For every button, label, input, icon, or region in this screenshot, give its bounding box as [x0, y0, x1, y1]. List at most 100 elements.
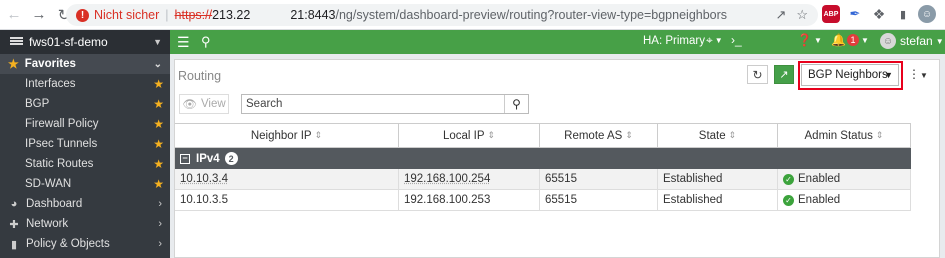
chevron-right-icon: ›: [158, 238, 162, 250]
help-button[interactable]: ❓ ▼: [797, 33, 822, 47]
bookmark-star-icon[interactable]: ☆: [796, 7, 808, 23]
user-menu[interactable]: ☺ stefan ▼: [880, 33, 944, 49]
avatar: ☺: [880, 33, 896, 49]
star-icon[interactable]: ★: [153, 157, 164, 171]
sidebar-item-label: SD-WAN: [25, 178, 72, 190]
admin-status-cell: ✓ Enabled: [778, 190, 911, 210]
neighbor-ip-cell: 10.10.3.5: [175, 190, 399, 210]
admin-status-value: Enabled: [798, 173, 841, 185]
notifications-button[interactable]: 🔔 1 ▼: [831, 33, 869, 47]
username: stefan: [900, 34, 933, 48]
collapse-icon[interactable]: −: [180, 153, 190, 164]
local-ip-cell: 192.168.100.253: [399, 190, 540, 210]
sidebar-item-label: Static Routes: [25, 158, 94, 170]
policy-icon: ▮: [10, 238, 18, 251]
caret-down-icon: ▼: [920, 71, 928, 80]
table-row[interactable]: 10.10.3.5 192.168.100.253 65515 Establis…: [175, 190, 911, 211]
profile-avatar-icon[interactable]: ☺: [918, 5, 936, 23]
state-cell: Established: [658, 190, 778, 210]
column-header-local-ip[interactable]: Local IP ⇕: [399, 124, 540, 147]
pen-extension-icon[interactable]: ✒: [846, 5, 864, 23]
search-box: ⚲: [241, 94, 529, 114]
caret-down-icon: ▼: [860, 35, 869, 45]
address-bar[interactable]: ! Nicht sicher | https:// 213.22 21:8443…: [66, 4, 818, 26]
table-row[interactable]: 10.10.3.4 192.168.100.254 65515 Establis…: [175, 169, 911, 190]
group-label: IPv4: [196, 152, 220, 165]
refresh-button[interactable]: ↻: [747, 65, 768, 84]
star-icon[interactable]: ★: [153, 97, 164, 111]
address-separator: |: [165, 8, 169, 22]
sidebar-item-firewall-policy[interactable]: Firewall Policy ★: [0, 114, 170, 134]
url-host: 213.22: [212, 8, 251, 22]
security-fabric-button[interactable]: ⌖ ▼: [706, 33, 723, 48]
table-header: Neighbor IP ⇕ Local IP ⇕ Remote AS ⇕ State ⇕…: [175, 123, 911, 148]
search-icon[interactable]: ⚲: [201, 34, 211, 50]
forward-button[interactable]: →: [28, 4, 50, 26]
sidebar-item-label: BGP: [25, 98, 50, 110]
sidebar-item-network[interactable]: ✚ Network ›: [0, 214, 170, 234]
view-button[interactable]: 👁 View: [179, 94, 229, 114]
sidebar-item-label: Network: [26, 218, 69, 230]
favorites-header[interactable]: ★ Favorites ⌄: [0, 54, 170, 74]
column-header-state[interactable]: State ⇕: [658, 124, 778, 147]
page-title: Routing: [178, 69, 222, 83]
caret-down-icon: ▼: [813, 35, 822, 45]
puzzle-extensions-icon[interactable]: ❖: [870, 5, 888, 23]
sidebar-item-policy-objects[interactable]: ▮ Policy & Objects ›: [0, 234, 170, 254]
view-button-label: View: [200, 98, 226, 110]
device-name: fws01-sf-demo: [29, 35, 108, 49]
hamburger-menu-icon[interactable]: ☰: [177, 34, 190, 51]
fabric-icon: ⌖: [706, 33, 713, 47]
search-input[interactable]: [242, 95, 504, 113]
column-label: Local IP: [442, 129, 485, 142]
sidebar-item-label: Policy & Objects: [26, 238, 110, 250]
open-external-button[interactable]: ↗: [774, 65, 794, 84]
local-ip-cell: 192.168.100.254: [399, 169, 540, 189]
sidebar-item-static-routes[interactable]: Static Routes ★: [0, 154, 170, 174]
bgp-neighbors-table: Neighbor IP ⇕ Local IP ⇕ Remote AS ⇕ State ⇕…: [175, 123, 911, 211]
device-selector[interactable]: fws01-sf-demo ▼: [0, 30, 170, 54]
star-icon[interactable]: ★: [153, 77, 164, 91]
sidebar-item-label: Interfaces: [25, 78, 76, 90]
column-label: Admin Status: [804, 129, 873, 142]
group-row-ipv4[interactable]: − IPv4 2: [175, 148, 911, 169]
search-button[interactable]: ⚲: [504, 95, 528, 113]
more-options-button[interactable]: ⋮▼: [908, 67, 928, 81]
admin-status-value: Enabled: [798, 194, 841, 206]
eye-icon: 👁: [182, 99, 197, 111]
remote-as-cell: 65515: [540, 190, 658, 210]
star-icon[interactable]: ★: [153, 117, 164, 131]
sidebar-item-interfaces[interactable]: Interfaces ★: [0, 74, 170, 94]
sort-icon: ⇕: [625, 130, 633, 140]
star-icon[interactable]: ★: [153, 137, 164, 151]
check-circle-icon: ✓: [783, 194, 794, 206]
sidebar-item-ipsec-tunnels[interactable]: IPsec Tunnels ★: [0, 134, 170, 154]
view-type-select[interactable]: BGP Neighbors ▼: [801, 64, 899, 86]
fortinet-logo-icon: [10, 37, 23, 47]
bell-icon: 🔔: [831, 33, 846, 47]
back-button[interactable]: ←: [3, 4, 25, 26]
view-type-value: BGP Neighbors: [808, 69, 888, 81]
cli-console-button[interactable]: ›_: [731, 33, 742, 47]
column-header-admin-status[interactable]: Admin Status ⇕: [778, 124, 911, 147]
column-label: Neighbor IP: [250, 129, 312, 142]
caret-down-icon: ▼: [935, 36, 944, 46]
adblock-extension-icon[interactable]: ABP: [822, 5, 840, 23]
star-icon[interactable]: ★: [153, 177, 164, 191]
url-path: /ng/system/dashboard-preview/routing?rou…: [335, 8, 728, 22]
sidebar-item-dashboard[interactable]: ◕ Dashboard ›: [0, 194, 170, 214]
side-panel-icon[interactable]: ▮: [894, 5, 912, 23]
caret-down-icon: ▼: [153, 37, 162, 47]
column-header-neighbor-ip[interactable]: Neighbor IP ⇕: [175, 124, 399, 147]
state-cell: Established: [658, 169, 778, 189]
column-label: Remote AS: [564, 129, 623, 142]
external-link-icon: ↗: [779, 69, 789, 81]
network-icon: ✚: [9, 218, 19, 231]
check-circle-icon: ✓: [783, 173, 794, 185]
sidebar-item-bgp[interactable]: BGP ★: [0, 94, 170, 114]
caret-down-icon: ▼: [714, 36, 723, 45]
share-icon[interactable]: ↗: [775, 7, 786, 23]
column-header-remote-as[interactable]: Remote AS ⇕: [540, 124, 658, 147]
sidebar-item-sd-wan[interactable]: SD-WAN ★: [0, 174, 170, 194]
sort-icon: ⇕: [314, 130, 323, 140]
